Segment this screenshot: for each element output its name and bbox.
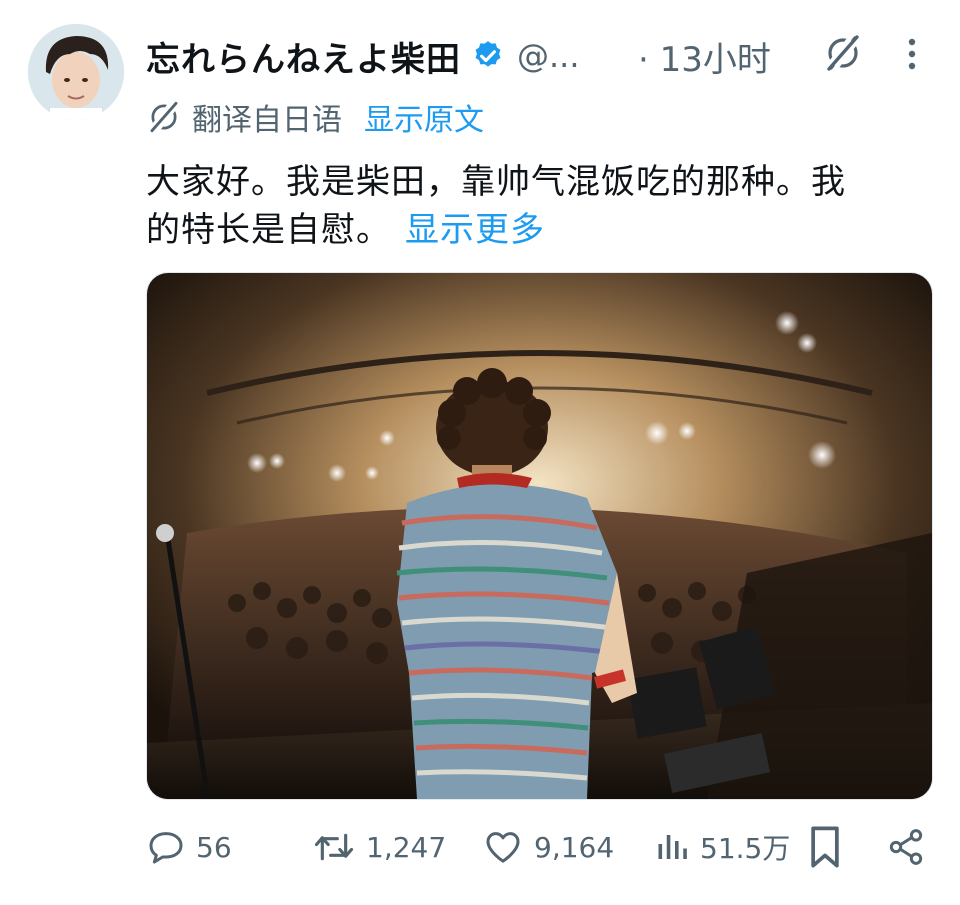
like-count: 9,164 bbox=[534, 830, 615, 864]
handle[interactable]: @... bbox=[517, 37, 580, 75]
views-icon bbox=[658, 835, 687, 859]
tweet-text-line-2: 的特长是自慰。 bbox=[146, 210, 391, 250]
grok-icon[interactable] bbox=[822, 32, 864, 74]
like-button[interactable]: 9,164 bbox=[482, 822, 614, 872]
bookmark-icon bbox=[811, 826, 839, 868]
tweet-text: 大家好。我是柴田，靠帅气混饭吃的那种。我 的特长是自慰。 显示更多 bbox=[146, 158, 926, 254]
timestamp[interactable]: · 13小时 bbox=[638, 32, 771, 81]
heart-icon bbox=[486, 832, 520, 863]
display-name[interactable]: 忘れらんねえよ柴田 bbox=[146, 32, 461, 81]
reply-button[interactable]: 56 bbox=[146, 822, 232, 872]
share-button[interactable] bbox=[886, 822, 926, 872]
repost-count: 1,247 bbox=[366, 830, 447, 864]
bookmark-button[interactable] bbox=[808, 822, 842, 872]
repost-button[interactable]: 1,247 bbox=[312, 822, 446, 872]
tweet-text-line-1: 大家好。我是柴田，靠帅气混饭吃的那种。我 bbox=[146, 162, 846, 202]
concert-photo bbox=[147, 273, 932, 799]
share-icon bbox=[889, 829, 923, 865]
grok-icon bbox=[150, 101, 178, 133]
repost-icon bbox=[314, 833, 354, 861]
translation-notice: 翻译自日语 显示原文 bbox=[146, 94, 484, 140]
show-original-link[interactable]: 显示原文 bbox=[364, 95, 484, 139]
verified-badge-icon bbox=[475, 41, 501, 67]
reply-count: 56 bbox=[196, 830, 232, 864]
tweet-photo[interactable] bbox=[146, 272, 933, 800]
tweet-header: 忘れらんねえよ柴田 @... bbox=[146, 28, 580, 84]
views-count: 51.5万 bbox=[700, 832, 791, 865]
tweet-action-bar: 56 1,247 9,164 51.5万 bbox=[146, 822, 936, 872]
show-more-link[interactable]: 显示更多 bbox=[405, 210, 545, 250]
translated-from-label: 翻译自日语 bbox=[192, 103, 342, 138]
more-vertical-icon[interactable] bbox=[898, 36, 926, 72]
reply-icon bbox=[149, 832, 183, 864]
avatar-image bbox=[28, 24, 124, 120]
avatar[interactable] bbox=[28, 24, 124, 120]
views-button[interactable]: 51.5万 bbox=[654, 822, 790, 872]
